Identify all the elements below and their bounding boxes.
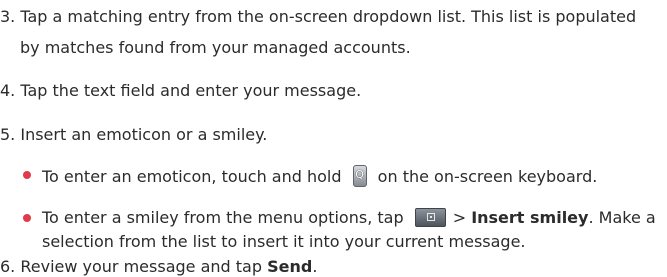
bullet-emoticon-text: To enter an emoticon, touch and hold Q o… xyxy=(42,165,597,187)
step-6-after: . xyxy=(312,257,318,276)
bullet-smiley-after: . Make a xyxy=(588,208,656,227)
q-key-label: Q xyxy=(355,168,364,181)
step-4: 4. Tap the text field and enter your mes… xyxy=(0,81,362,100)
instruction-page: 3. Tap a matching entry from the on-scre… xyxy=(0,0,667,277)
q-key-icon: Q xyxy=(352,165,367,187)
step-5: 5. Insert an emoticon or a smiley. xyxy=(0,125,268,144)
step-3-line-2: by matches found from your managed accou… xyxy=(20,38,411,57)
step-3-line-1: 3. Tap a matching entry from the on-scre… xyxy=(0,7,637,26)
menu-icon-glyph xyxy=(426,213,435,221)
bullet-dot xyxy=(23,214,31,222)
insert-smiley-label: Insert smiley xyxy=(471,208,589,227)
bullet-emoticon-before: To enter an emoticon, touch and hold xyxy=(42,167,347,186)
step-6-before: 6. Review your message and tap xyxy=(0,257,268,276)
bullet-smiley-line-2: selection from the list to insert it int… xyxy=(42,232,526,251)
menu-icon xyxy=(414,208,446,227)
bullet-emoticon-after: on the on-screen keyboard. xyxy=(372,167,598,186)
send-label: Send xyxy=(267,257,313,276)
bullet-smiley-before: To enter a smiley from the menu options,… xyxy=(42,208,409,227)
bullet-smiley-text: To enter a smiley from the menu options,… xyxy=(42,208,656,228)
bullet-smiley-arrow: > xyxy=(452,208,472,227)
step-6: 6. Review your message and tap Send. xyxy=(0,257,317,277)
bullet-dot xyxy=(23,171,31,179)
